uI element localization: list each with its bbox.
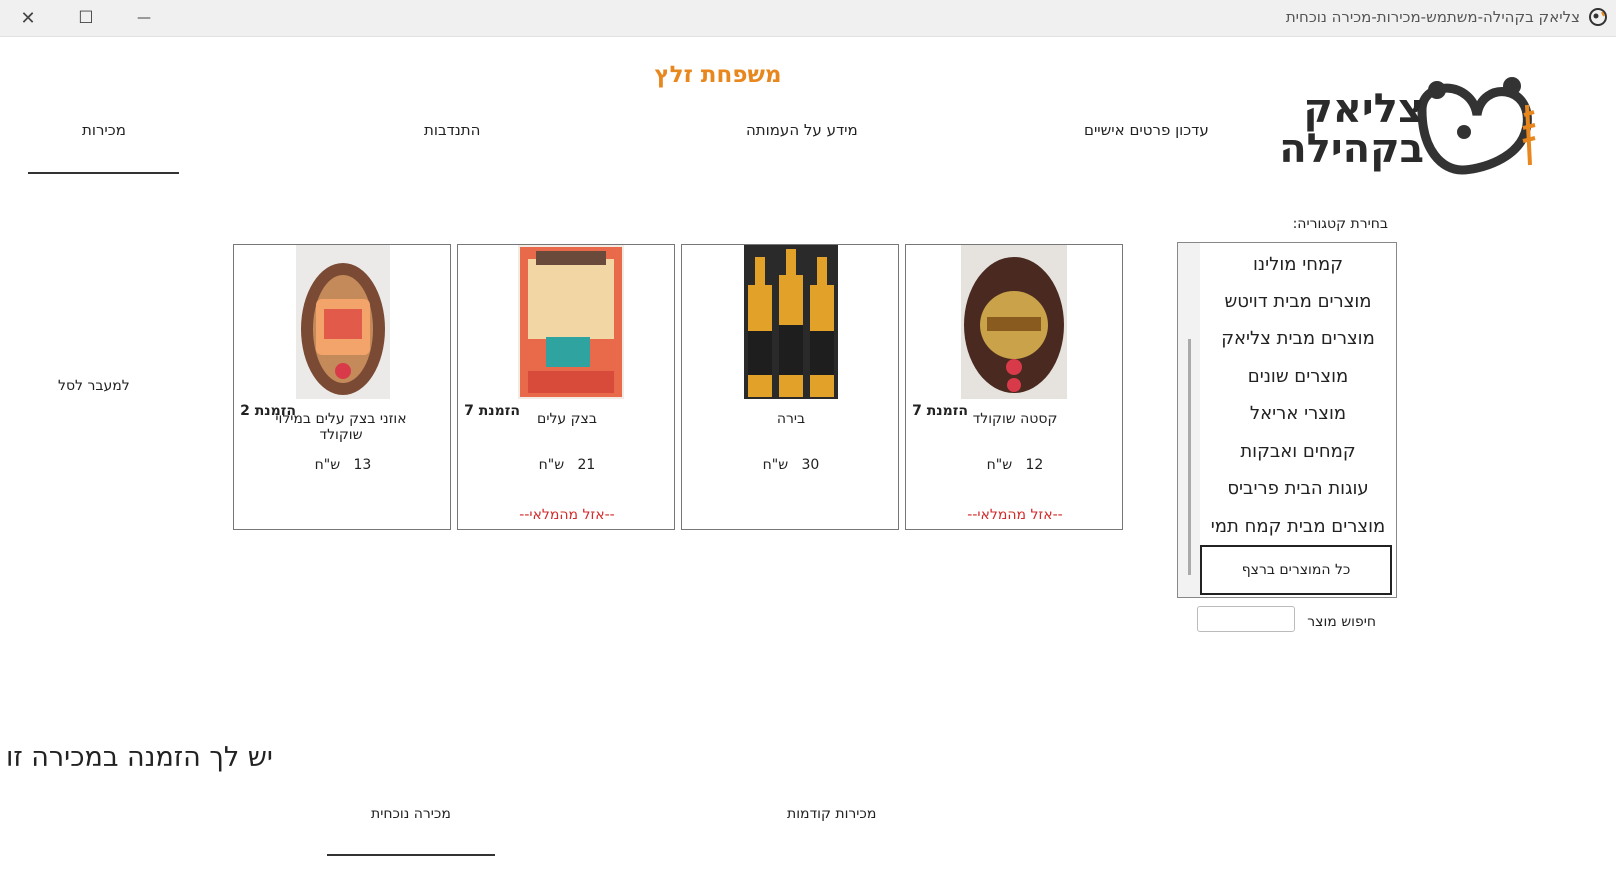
product-price: 21 ש"ח: [538, 457, 596, 473]
nav-sales[interactable]: מכירות: [82, 121, 126, 139]
nav-update-details[interactable]: עדכון פרטים אישיים: [1084, 121, 1209, 139]
category-item[interactable]: עוגות הבית פריביס: [1200, 474, 1396, 504]
logo-line-1: צליאק: [1303, 86, 1424, 132]
product-price: 30 ש"ח: [762, 457, 820, 473]
tab-current-sale[interactable]: מכירה נוכחית: [371, 806, 451, 822]
category-list[interactable]: קמחי מולינו מוצרים מבית דויטש מוצרים מבי…: [1177, 242, 1397, 598]
title-bar: ✕ ☐ — צליאק בקהילה-משתמש-מכירות-מכירה נו…: [0, 0, 1616, 37]
window-title: צליאק בקהילה-משתמש-מכירות-מכירה נוכחית: [1285, 8, 1580, 26]
product-price: 12 ש"ח: [986, 457, 1044, 473]
product-price: 13 ש"ח: [314, 457, 372, 473]
product-card[interactable]: הזמנת 7 בצק עלים 21 ש"ח --אזל מהמלאי--: [457, 244, 675, 530]
tab-current-sale-underline: [327, 854, 495, 856]
product-image: [518, 245, 624, 399]
close-icon[interactable]: ✕: [0, 0, 56, 36]
logo: צליאק בקהילה: [1272, 70, 1542, 180]
category-item[interactable]: מוצרים מבית קמח תמי: [1200, 512, 1396, 542]
family-name-heading: משפחת זלץ: [654, 62, 782, 88]
category-item[interactable]: קמחים ואבקות: [1200, 437, 1396, 467]
category-scrollbar[interactable]: [1178, 243, 1200, 597]
product-card[interactable]: בירה 30 ש"ח: [681, 244, 899, 530]
search-label: חיפוש מוצר: [1307, 614, 1376, 630]
nav-association-info[interactable]: מידע על העמותה: [746, 121, 858, 139]
category-item[interactable]: קמחי מולינו: [1200, 250, 1396, 280]
category-item[interactable]: מוצרים מבית צליאק: [1200, 324, 1396, 354]
go-to-cart-link[interactable]: למעבר לסל: [58, 378, 130, 394]
product-name: אוזני בצק עלים במילוי שוקולד: [275, 411, 407, 443]
minimize-icon[interactable]: —: [116, 0, 172, 36]
logo-line-2: בקהילה: [1279, 126, 1424, 172]
category-item[interactable]: מוצרים שונים: [1200, 362, 1396, 392]
product-name: בירה: [776, 411, 806, 427]
out-of-stock-label: --אזל מהמלאי--: [519, 507, 615, 523]
search-input[interactable]: [1197, 606, 1295, 632]
out-of-stock-label: --אזל מהמלאי--: [967, 507, 1063, 523]
product-image: [961, 245, 1067, 399]
category-label: בחירת קטגוריה:: [1292, 216, 1388, 232]
app-icon: [1589, 8, 1607, 26]
nav-donations[interactable]: התנדבות: [424, 121, 480, 139]
maximize-icon[interactable]: ☐: [58, 0, 114, 36]
nav-sales-underline: [28, 172, 179, 174]
product-name: קסטה שוקולד: [972, 411, 1058, 427]
product-image: [744, 245, 838, 399]
product-name: בצק עלים: [537, 411, 597, 427]
category-scroll-thumb[interactable]: [1188, 339, 1191, 575]
tab-previous-sales[interactable]: מכירות קודמות: [787, 806, 876, 822]
order-notice: יש לך הזמנה במכירה זו: [6, 742, 273, 773]
product-card[interactable]: הזמנת 2 אוזני בצק עלים במילוי שוקולד 13 …: [233, 244, 451, 530]
category-item[interactable]: מוצרים מבית דויטש: [1200, 287, 1396, 317]
product-image: [296, 245, 390, 399]
all-products-item[interactable]: כל המוצרים ברצף: [1200, 545, 1392, 595]
product-card[interactable]: הזמנת 7 קסטה שוקולד 12 ש"ח --אזל מהמלאי-…: [905, 244, 1123, 530]
category-item[interactable]: מוצרי אריאל: [1200, 399, 1396, 429]
